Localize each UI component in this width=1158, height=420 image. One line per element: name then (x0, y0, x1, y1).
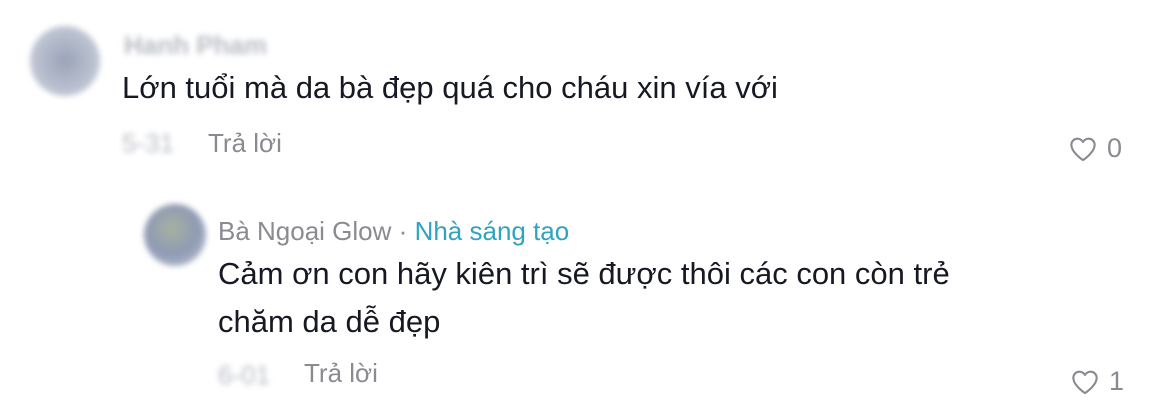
reply-like-count: 1 (1109, 366, 1125, 396)
like-count: 0 (1107, 133, 1123, 163)
reply-reply-button[interactable]: Trả lời (304, 358, 378, 389)
comment-text: Lớn tuổi mà da bà đẹp quá cho cháu xin v… (122, 70, 778, 105)
comment-thread: Hanh Pham Lớn tuổi mà da bà đẹp quá cho … (0, 0, 1158, 420)
reply-text-line-1: Cảm ơn con hãy kiên trì sẽ được thôi các… (218, 256, 950, 291)
creator-avatar[interactable] (144, 204, 206, 266)
comment-date: 5-31 (122, 128, 175, 158)
separator-dot: · (398, 216, 408, 246)
reply-author-line: Bà Ngoại Glow · Nhà sáng tạo (218, 216, 569, 247)
reply-author-name[interactable]: Bà Ngoại Glow (218, 216, 391, 246)
heart-outline-icon (1069, 136, 1097, 162)
reply-text-line-2: chăm da dễ đẹp (218, 304, 441, 339)
reply-button[interactable]: Trả lời (208, 128, 282, 159)
like-button[interactable]: 0 (1069, 133, 1122, 164)
creator-badge: Nhà sáng tạo (414, 216, 570, 246)
commenter-avatar[interactable] (30, 26, 100, 96)
commenter-name[interactable]: Hanh Pham (124, 30, 267, 61)
reply-like-button[interactable]: 1 (1071, 366, 1124, 397)
reply-date: 6-01 (218, 360, 271, 390)
heart-outline-icon (1071, 369, 1099, 395)
